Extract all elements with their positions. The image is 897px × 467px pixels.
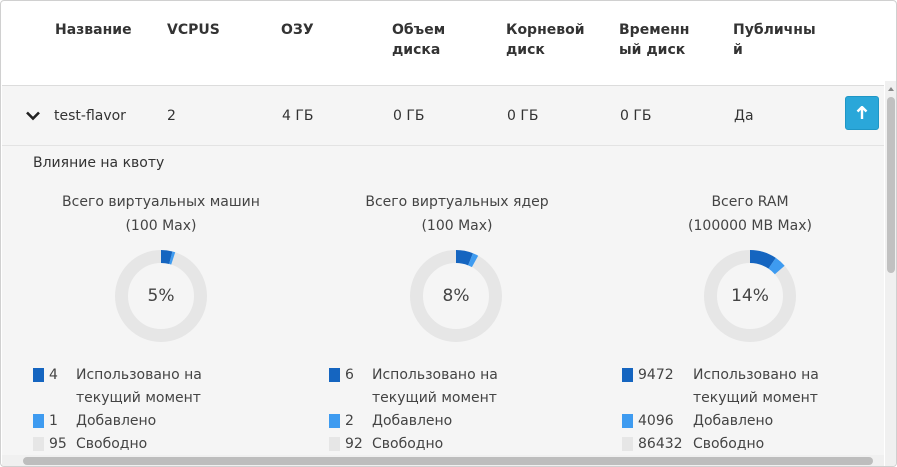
percent-label-ram: 14% <box>731 286 769 306</box>
column-header-ram[interactable]: ОЗУ <box>281 20 314 40</box>
legend-swatch-added <box>329 414 340 428</box>
legend-used-value: 9472 <box>638 367 674 383</box>
legend-added-value: 2 <box>345 413 354 429</box>
chart-title-instances: Всего виртуальных машин <box>62 194 260 210</box>
legend-swatch-added <box>622 414 633 428</box>
legend-added-label: Добавлено <box>372 413 453 429</box>
legend-added-value: 4096 <box>638 413 674 429</box>
legend-swatch-used <box>33 368 44 382</box>
legend-added-label: Добавлено <box>693 413 774 429</box>
flavor-public: Да <box>734 108 754 124</box>
donut-added-segment <box>169 251 176 265</box>
chart-max-vcpus: (100 Max) <box>421 218 493 234</box>
column-header-root-disk[interactable]: Корневой диск <box>506 20 602 60</box>
column-header-disk[interactable]: Объем диска <box>392 20 482 60</box>
legend-free-label: Свободно <box>76 436 148 452</box>
legend-used-value: 4 <box>49 367 58 383</box>
flavor-vcpus: 2 <box>167 108 176 124</box>
legend-swatch-used <box>622 368 633 382</box>
donut-added-segment <box>468 253 479 268</box>
flavor-table-panel: Название VCPUS ОЗУ Объем диска Корневой … <box>0 0 897 467</box>
legend-free-value: 86432 <box>638 436 683 452</box>
legend-free-label: Свободно <box>693 436 765 452</box>
chart-title-vcpus: Всего виртуальных ядер <box>365 194 549 210</box>
chart-max-instances: (100 Max) <box>125 218 197 234</box>
percent-label-vcpus: 8% <box>442 286 470 306</box>
select-flavor-button[interactable] <box>845 96 879 130</box>
column-header-name[interactable]: Название <box>55 20 132 40</box>
arrow-up-icon <box>856 106 868 119</box>
flavor-root-disk: 0 ГБ <box>507 108 539 124</box>
legend-free-value: 92 <box>345 436 363 452</box>
legend-free-value: 95 <box>49 436 67 452</box>
flavor-disk: 0 ГБ <box>393 108 425 124</box>
legend-added-label: Добавлено <box>76 413 157 429</box>
legend-used-value: 6 <box>345 367 354 383</box>
donut-used-segment <box>749 250 776 269</box>
legend-swatch-used <box>329 368 340 382</box>
flavor-ephemeral-disk: 0 ГБ <box>620 108 652 124</box>
legend-swatch-free <box>329 437 340 451</box>
legend-swatch-free <box>622 437 633 451</box>
column-header-ephemeral-disk[interactable]: Временный диск <box>619 20 699 60</box>
legend-used-label-2: текущий момент <box>76 390 201 406</box>
horizontal-scrollbar-thumb[interactable] <box>23 457 873 465</box>
percent-label-instances: 5% <box>147 286 175 306</box>
legend-used-label-2: текущий момент <box>693 390 818 406</box>
legend-used-label: Использовано на <box>76 367 202 383</box>
legend-swatch-free <box>33 437 44 451</box>
donut-used-segment <box>455 250 473 266</box>
donut-added-segment <box>768 257 785 275</box>
legend-used-label-2: текущий момент <box>372 390 497 406</box>
legend-used-label: Использовано на <box>693 367 819 383</box>
column-header-public[interactable]: Публичный <box>733 20 817 60</box>
quota-title: Влияние на квоту <box>33 155 165 171</box>
scroll-up-arrow-icon[interactable] <box>887 85 895 93</box>
chevron-down-icon[interactable] <box>26 111 40 121</box>
flavor-name: test-flavor <box>54 108 126 124</box>
legend-free-label: Свободно <box>372 436 444 452</box>
flavor-ram: 4 ГБ <box>282 108 314 124</box>
legend-used-label: Использовано на <box>372 367 498 383</box>
donut-used-segment <box>160 250 173 265</box>
legend-added-value: 1 <box>49 413 58 429</box>
legend-swatch-added <box>33 414 44 428</box>
chart-max-ram: (100000 MB Max) <box>688 218 812 234</box>
chart-title-ram: Всего RAM <box>711 194 789 210</box>
table-row[interactable]: test-flavor 2 4 ГБ 0 ГБ 0 ГБ 0 ГБ Да <box>2 85 884 145</box>
vertical-scrollbar-thumb[interactable] <box>887 97 895 273</box>
column-header-vcpus[interactable]: VCPUS <box>167 20 220 40</box>
